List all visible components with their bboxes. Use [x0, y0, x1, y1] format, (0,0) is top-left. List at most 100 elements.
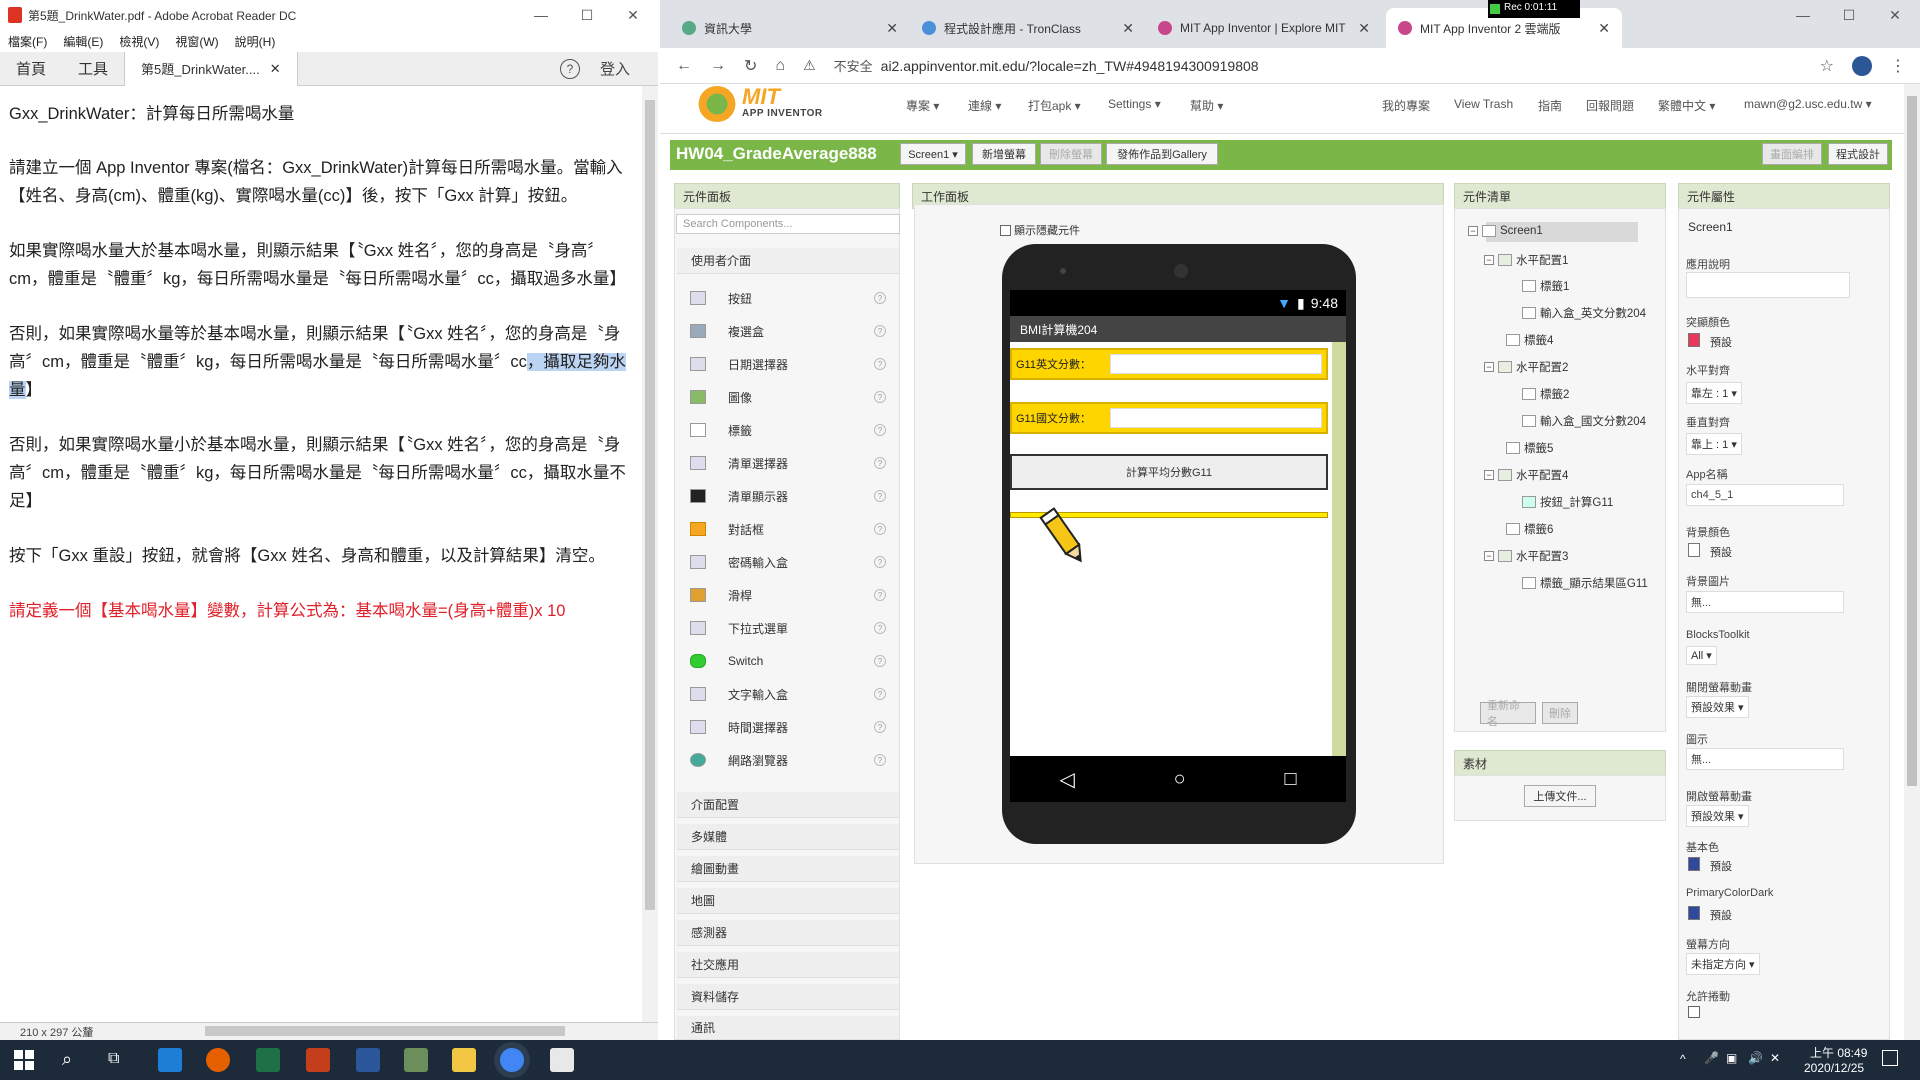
app-icon[interactable]	[404, 1048, 428, 1072]
checkbox-box[interactable]	[1000, 224, 1011, 236]
remove-screen-button[interactable]: 刪除螢幕	[1040, 143, 1102, 165]
menu-help[interactable]: 說明(H)	[235, 33, 276, 50]
category-layout[interactable]: 介面配置	[677, 792, 899, 818]
menu-file[interactable]: 檔案(F)	[8, 33, 47, 50]
screen-recorder-icon[interactable]	[550, 1048, 574, 1072]
help-icon[interactable]: ?	[874, 721, 886, 733]
show-hidden-checkbox[interactable]: 顯示隱藏元件	[1000, 222, 1080, 238]
category-user-interface[interactable]: 使用者介面	[677, 248, 899, 274]
category-media[interactable]: 多媒體	[677, 824, 899, 850]
pdf-vertical-scrollbar[interactable]	[642, 86, 658, 1022]
publish-gallery-button[interactable]: 發佈作品到Gallery	[1106, 143, 1218, 165]
upload-file-button[interactable]: 上傳文件...	[1524, 785, 1596, 807]
tree-node[interactable]: − 水平配置3	[1484, 548, 1568, 564]
palette-item-switch[interactable]: Switch?	[690, 647, 886, 675]
help-icon[interactable]: ?	[874, 589, 886, 601]
icon-input[interactable]: 無...	[1686, 748, 1844, 770]
star-icon[interactable]: ☆	[1820, 56, 1834, 76]
open-animation-select[interactable]: 預設效果 ▾	[1686, 805, 1749, 827]
tree-node[interactable]: − 水平配置4	[1484, 467, 1568, 483]
link-guide[interactable]: 指南	[1538, 97, 1562, 114]
help-icon[interactable]: ?	[874, 523, 886, 535]
address-bar[interactable]: ai2.appinventor.mit.edu/?locale=zh_TW#49…	[881, 58, 1259, 74]
help-icon[interactable]: ?	[874, 292, 886, 304]
collapse-icon[interactable]: −	[1484, 362, 1494, 372]
background-color-swatch[interactable]	[1688, 543, 1700, 557]
menu-view[interactable]: 檢視(V)	[119, 33, 159, 50]
link-view-trash[interactable]: View Trash	[1454, 97, 1513, 111]
screen-orientation-select[interactable]: 未指定方向 ▾	[1686, 953, 1760, 975]
collapse-icon[interactable]: −	[1484, 551, 1494, 561]
textbox-chinese[interactable]	[1110, 408, 1322, 428]
close-tab-icon[interactable]: ✕	[270, 61, 281, 77]
pdf-horizontal-scrollbar[interactable]	[120, 1026, 640, 1036]
designer-button[interactable]: 畫面編排	[1762, 143, 1822, 165]
close-icon[interactable]: ✕	[1872, 0, 1918, 30]
tab-tools[interactable]: 工具	[62, 52, 124, 86]
help-icon[interactable]: ?	[874, 457, 886, 469]
file-explorer-icon[interactable]	[452, 1048, 476, 1072]
primary-dark-color-value[interactable]: 預設	[1710, 907, 1732, 923]
volume-icon[interactable]: 🔊	[1748, 1051, 1763, 1065]
tree-node[interactable]: 輸入盒_英文分數204	[1522, 305, 1646, 321]
close-tab-icon[interactable]: ✕	[1598, 20, 1610, 37]
tree-node[interactable]: 標籤5	[1506, 440, 1553, 456]
palette-item-textbox[interactable]: 文字輸入盒?	[690, 680, 886, 708]
collapse-icon[interactable]: −	[1484, 470, 1494, 480]
palette-item-checkbox[interactable]: 複選盒?	[690, 317, 886, 345]
help-icon[interactable]: ?	[874, 754, 886, 766]
calculate-button[interactable]: 計算平均分數G11	[1010, 454, 1328, 490]
close-animation-select[interactable]: 預設效果 ▾	[1686, 696, 1749, 718]
scrollbar-thumb[interactable]	[1907, 96, 1917, 786]
primary-dark-color-swatch[interactable]	[1688, 906, 1700, 920]
help-icon[interactable]: ?	[874, 358, 886, 370]
scrollable-checkbox[interactable]	[1688, 1006, 1700, 1018]
help-icon[interactable]: ?	[874, 688, 886, 700]
login-link[interactable]: 登入	[600, 58, 630, 79]
blocks-toolkit-select[interactable]: All ▾	[1686, 646, 1717, 665]
category-storage[interactable]: 資料儲存	[677, 984, 899, 1010]
align-horizontal-select[interactable]: 靠左 : 1 ▾	[1686, 382, 1742, 404]
palette-item-spinner[interactable]: 下拉式選單?	[690, 614, 886, 642]
help-icon[interactable]: ?	[874, 325, 886, 337]
tree-node[interactable]: 輸入盒_國文分數204	[1522, 413, 1646, 429]
close-icon[interactable]: ✕	[610, 0, 656, 30]
menu-kebab-icon[interactable]: ⋮	[1890, 56, 1906, 76]
delete-button[interactable]: 刪除	[1542, 702, 1578, 724]
palette-item-image[interactable]: 圖像?	[690, 383, 886, 411]
minimize-icon[interactable]: —	[518, 0, 564, 30]
maximize-icon[interactable]: ☐	[1826, 0, 1872, 30]
tray-expand-icon[interactable]: ^	[1680, 1052, 1686, 1066]
profile-avatar-icon[interactable]	[1852, 55, 1872, 76]
palette-item-notifier[interactable]: 對話框?	[690, 515, 886, 543]
tab-document[interactable]: 第5題_DrinkWater.... ✕	[124, 51, 298, 86]
help-icon[interactable]: ?	[874, 556, 886, 568]
app-name-input[interactable]: ch4_5_1	[1686, 484, 1844, 506]
link-report[interactable]: 回報問題	[1586, 97, 1634, 114]
category-social[interactable]: 社交應用	[677, 952, 899, 978]
menu-settings[interactable]: Settings ▾	[1108, 97, 1161, 111]
network-icon[interactable]: ▣	[1726, 1051, 1737, 1065]
ime-icon[interactable]: ✕	[1770, 1051, 1780, 1065]
clock-time[interactable]: 上午 08:49	[1810, 1044, 1867, 1061]
search-icon[interactable]: ⌕	[62, 1049, 72, 1070]
menu-build[interactable]: 打包apk ▾	[1028, 97, 1081, 114]
about-screen-textarea[interactable]	[1686, 272, 1850, 298]
help-icon[interactable]: ?	[559, 58, 580, 79]
close-tab-icon[interactable]: ✕	[1358, 20, 1370, 37]
category-maps[interactable]: 地圖	[677, 888, 899, 914]
close-tab-icon[interactable]: ✕	[886, 20, 898, 37]
blocks-button[interactable]: 程式設計	[1828, 143, 1888, 165]
add-screen-button[interactable]: 新增螢幕	[972, 143, 1036, 165]
page-scrollbar[interactable]	[1904, 84, 1920, 1040]
chrome-icon[interactable]	[500, 1048, 524, 1072]
excel-icon[interactable]	[256, 1048, 280, 1072]
accent-color-swatch[interactable]	[1688, 333, 1700, 347]
category-sensors[interactable]: 感測器	[677, 920, 899, 946]
menu-edit[interactable]: 編輯(E)	[63, 33, 103, 50]
search-components-input[interactable]: Search Components...	[676, 214, 900, 234]
appinventor-logo[interactable]	[698, 82, 744, 122]
tree-node[interactable]: 按鈕_計算G11	[1522, 494, 1613, 510]
palette-item-webviewer[interactable]: 網路瀏覽器?	[690, 746, 886, 774]
tree-node[interactable]: − 水平配置2	[1484, 359, 1568, 375]
